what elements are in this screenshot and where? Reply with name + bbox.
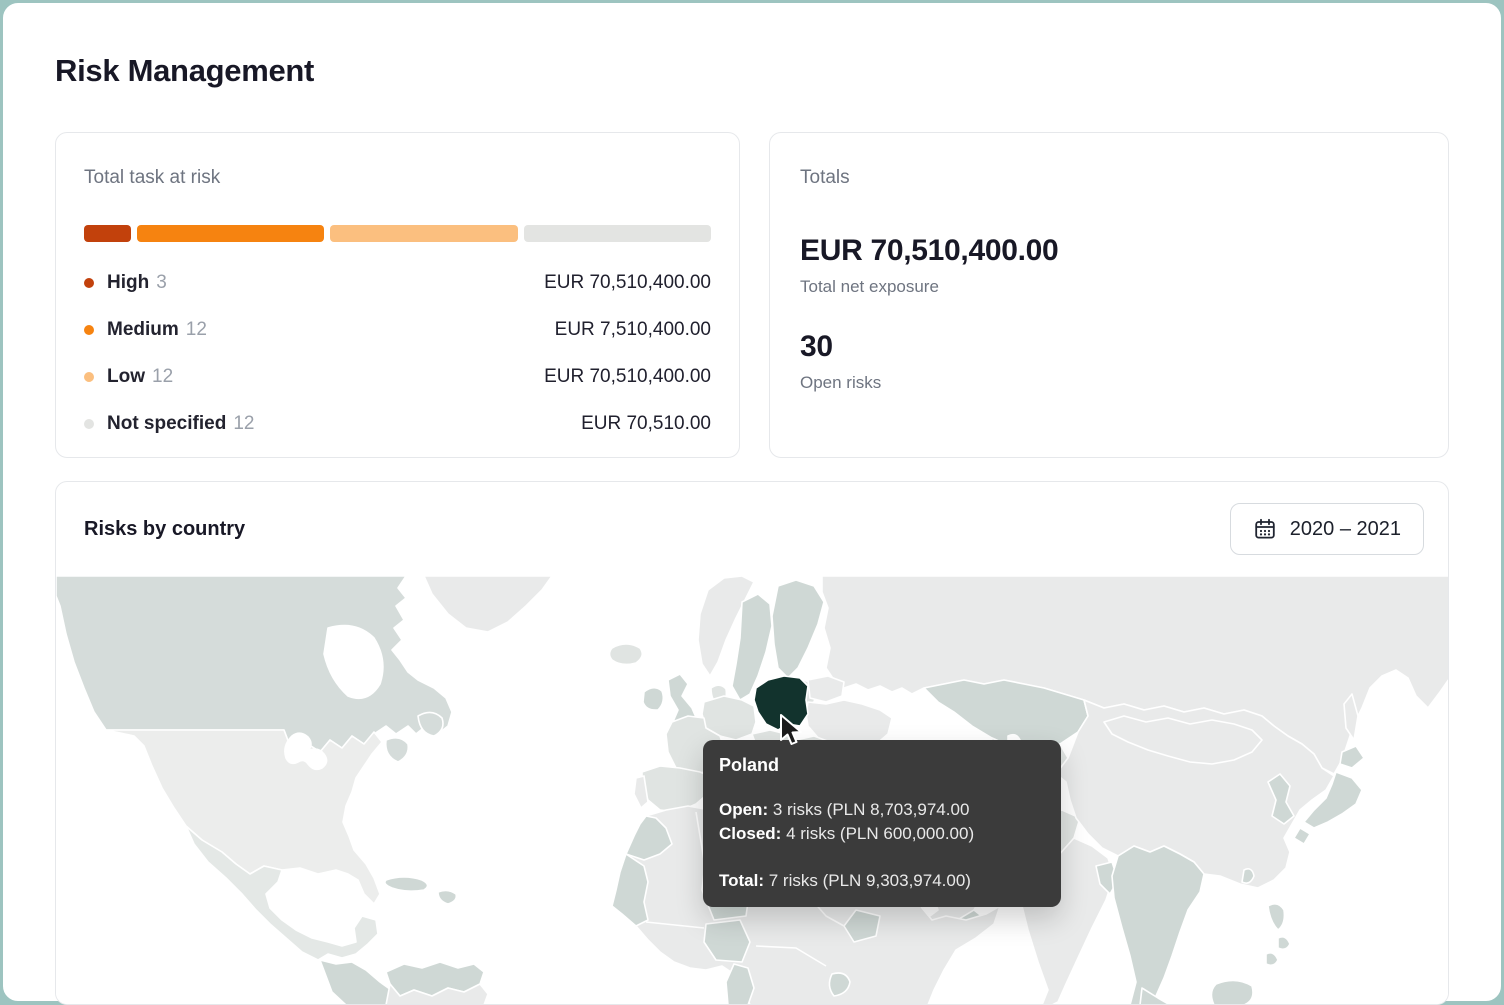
continent-south-america <box>386 962 488 1005</box>
bar-segment-medium[interactable] <box>137 225 324 242</box>
legend-label: Low <box>107 366 145 388</box>
not-specified-dot-icon <box>84 419 94 429</box>
risks-by-country-card: Risks by country 2020 – 2021 <box>55 481 1449 1005</box>
bar-segment-high[interactable] <box>84 225 131 242</box>
legend-count: 12 <box>186 319 207 341</box>
calendar-icon <box>1253 517 1277 541</box>
page-title: Risk Management <box>55 51 1449 91</box>
date-range-label: 2020 – 2021 <box>1290 518 1401 541</box>
mouse-cursor-icon <box>779 714 805 746</box>
tooltip-closed-line: Closed: 4 risks (PLN 600,000.00) <box>719 822 1045 846</box>
risk-card-title: Total task at risk <box>84 167 711 189</box>
tooltip-open-line: Open: 3 risks (PLN 8,703,974.00 <box>719 798 1045 822</box>
legend-amount: EUR 70,510.00 <box>581 413 711 435</box>
legend-count: 12 <box>152 366 173 388</box>
high-dot-icon <box>84 278 94 288</box>
legend-count: 12 <box>233 413 254 435</box>
medium-dot-icon <box>84 325 94 335</box>
legend-row-not-specified: Not specified 12 EUR 70,510.00 <box>84 400 711 447</box>
legend-amount: EUR 70,510,400.00 <box>544 272 711 294</box>
bar-segment-low[interactable] <box>330 225 517 242</box>
legend-label: Medium <box>107 319 179 341</box>
totals-card: Totals EUR 70,510,400.00 Total net expos… <box>769 132 1449 458</box>
legend-label: Not specified <box>107 413 226 435</box>
legend-row-high: High 3 EUR 70,510,400.00 <box>84 259 711 306</box>
map-card-header: Risks by country 2020 – 2021 <box>56 482 1448 576</box>
legend-row-low: Low 12 EUR 70,510,400.00 <box>84 353 711 400</box>
date-range-picker[interactable]: 2020 – 2021 <box>1230 503 1424 555</box>
continent-north-america <box>56 576 552 1005</box>
risk-distribution-bar <box>84 225 711 242</box>
map-card-title: Risks by country <box>84 518 245 541</box>
legend-label: High <box>107 272 149 294</box>
tooltip-total-line: Total: 7 risks (PLN 9,303,974.00) <box>719 869 1045 893</box>
legend-amount: EUR 70,510,400.00 <box>544 366 711 388</box>
world-map-container: Poland Open: 3 risks (PLN 8,703,974.00 C… <box>56 576 1449 1005</box>
summary-cards-row: Total task at risk High 3 EUR 70,510,400… <box>55 132 1449 458</box>
tooltip-country-name: Poland <box>719 753 1045 777</box>
risk-management-page: Risk Management Total task at risk High … <box>3 51 1501 1005</box>
legend-amount: EUR 7,510,400.00 <box>555 319 711 341</box>
risk-legend: High 3 EUR 70,510,400.00 Medium 12 EUR 7… <box>84 259 711 447</box>
low-dot-icon <box>84 372 94 382</box>
bar-segment-not-specified[interactable] <box>524 225 711 242</box>
legend-row-medium: Medium 12 EUR 7,510,400.00 <box>84 306 711 353</box>
map-tooltip: Poland Open: 3 risks (PLN 8,703,974.00 C… <box>703 740 1061 907</box>
total-task-at-risk-card: Total task at risk High 3 EUR 70,510,400… <box>55 132 740 458</box>
open-risks-value: 30 <box>800 329 1418 365</box>
open-risks-label: Open risks <box>800 373 1418 393</box>
totals-card-title: Totals <box>800 167 1418 189</box>
legend-count: 3 <box>156 272 167 294</box>
total-net-exposure-value: EUR 70,510,400.00 <box>800 233 1418 269</box>
total-net-exposure-label: Total net exposure <box>800 277 1418 297</box>
